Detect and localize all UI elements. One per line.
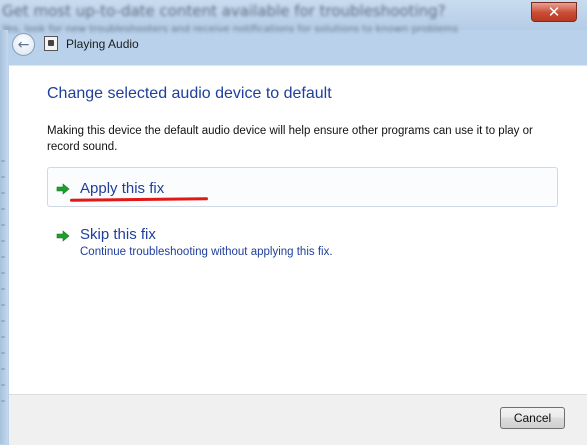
content-panel: Change selected audio device to default … — [9, 65, 587, 445]
troubleshooter-app-icon — [44, 36, 58, 51]
background-window-edge — [0, 30, 8, 444]
background-window-title: Get most up-to-date content available fo… — [2, 2, 446, 20]
green-arrow-icon — [56, 183, 70, 195]
dialog-footer: Cancel — [9, 394, 587, 445]
background-window-subtitle: Yes, look for new troubleshooters and re… — [2, 24, 459, 35]
background-decoration — [1, 160, 5, 410]
page-description: Making this device the default audio dev… — [47, 125, 533, 153]
close-button[interactable]: ✕ — [531, 2, 577, 22]
page-heading: Change selected audio device to default — [47, 85, 332, 102]
back-arrow-icon: ← — [17, 36, 30, 53]
skip-fix-link[interactable]: Skip this fix — [80, 226, 156, 243]
background-window-titlebar: Get most up-to-date content available fo… — [0, 0, 587, 35]
back-button[interactable]: ← — [12, 33, 35, 56]
skip-fix-description: Continue troubleshooting without applyin… — [80, 246, 333, 258]
window-title: Playing Audio — [66, 37, 139, 51]
green-arrow-icon — [56, 230, 70, 242]
cancel-button[interactable]: Cancel — [500, 407, 565, 429]
close-icon: ✕ — [547, 3, 561, 21]
apply-fix-link[interactable]: Apply this fix — [80, 180, 164, 197]
